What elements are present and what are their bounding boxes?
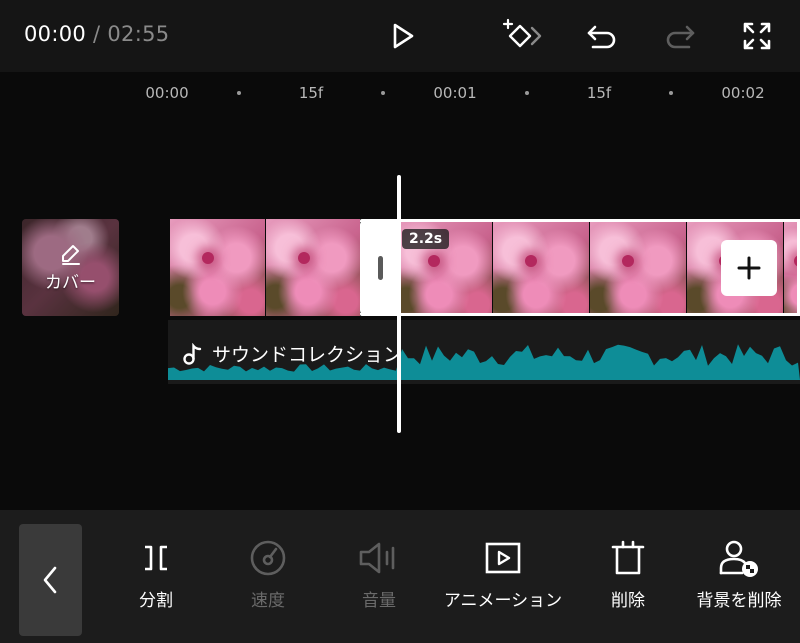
- split-label: 分割: [139, 591, 173, 611]
- speed-icon: [250, 540, 286, 576]
- clip-trim-handle[interactable]: [360, 219, 400, 316]
- edit-pencil-icon: [61, 245, 80, 265]
- remove-background-label: 背景を削除: [696, 591, 782, 611]
- timecode: 00:00 / 02:55: [24, 22, 169, 46]
- time-ruler[interactable]: 00:00 15f 00:01 15f 00:02: [0, 72, 800, 112]
- video-track[interactable]: [170, 219, 800, 316]
- total-time: 02:55: [107, 22, 170, 46]
- cover-label: カバー: [45, 273, 96, 293]
- delete-icon: [611, 540, 645, 575]
- undo-button[interactable]: [580, 14, 624, 58]
- animation-tool[interactable]: アニメーション: [433, 536, 573, 612]
- audio-title: サウンドコレクション: [212, 344, 403, 366]
- animation-icon: [485, 542, 521, 574]
- plus-icon: [737, 256, 761, 280]
- video-frame: [266, 219, 360, 316]
- bottom-toolbar: 分割 速度 音量 アニメーション 削除 背景を削除: [0, 510, 800, 643]
- add-keyframe-button[interactable]: [500, 14, 544, 58]
- volume-label: 音量: [362, 591, 396, 611]
- undo-icon: [587, 25, 616, 49]
- redo-icon: [666, 25, 695, 49]
- audio-clip-label: サウンドコレクション: [182, 340, 402, 367]
- split-icon: [145, 545, 167, 571]
- ruler-dot: [237, 91, 241, 95]
- fullscreen-icon: [743, 22, 771, 50]
- ruler-label: 15f: [298, 84, 324, 102]
- ruler-label: 15f: [586, 84, 612, 102]
- music-note-icon: [183, 342, 202, 365]
- volume-icon: [359, 542, 395, 574]
- ruler-label: 00:00: [145, 84, 189, 102]
- add-keyframe-icon: [502, 18, 542, 48]
- video-frame: [493, 222, 589, 313]
- ruler-dot: [525, 91, 529, 95]
- speed-label: 速度: [251, 591, 285, 611]
- ruler-label: 00:01: [433, 84, 477, 102]
- delete-label: 削除: [611, 591, 645, 611]
- fullscreen-button[interactable]: [735, 14, 779, 58]
- playhead[interactable]: [397, 175, 401, 433]
- chevron-left-icon: [43, 566, 56, 594]
- remove-background-tool[interactable]: 背景を削除: [674, 536, 800, 612]
- ruler-dot: [381, 91, 385, 95]
- ruler-label: 00:02: [721, 84, 765, 102]
- clip-duration-badge: 2.2s: [402, 229, 450, 249]
- play-icon: [393, 23, 414, 49]
- top-bar: 00:00 / 02:55: [0, 0, 800, 72]
- time-separator: /: [93, 22, 101, 46]
- video-frame: [170, 219, 265, 316]
- split-tool[interactable]: 分割: [91, 536, 221, 612]
- current-time: 00:00: [24, 22, 87, 46]
- video-frame: [784, 222, 797, 313]
- redo-button[interactable]: [658, 14, 702, 58]
- ruler-dot: [669, 91, 673, 95]
- cover-button[interactable]: カバー: [22, 219, 119, 316]
- animation-label: アニメーション: [443, 591, 563, 611]
- volume-tool[interactable]: 音量: [314, 536, 444, 612]
- add-clip-button[interactable]: [721, 240, 777, 296]
- play-button[interactable]: [380, 14, 424, 58]
- back-button[interactable]: [19, 524, 82, 636]
- video-frame: [590, 222, 686, 313]
- audio-track[interactable]: サウンドコレクション: [168, 320, 800, 384]
- remove-background-icon: [719, 540, 758, 577]
